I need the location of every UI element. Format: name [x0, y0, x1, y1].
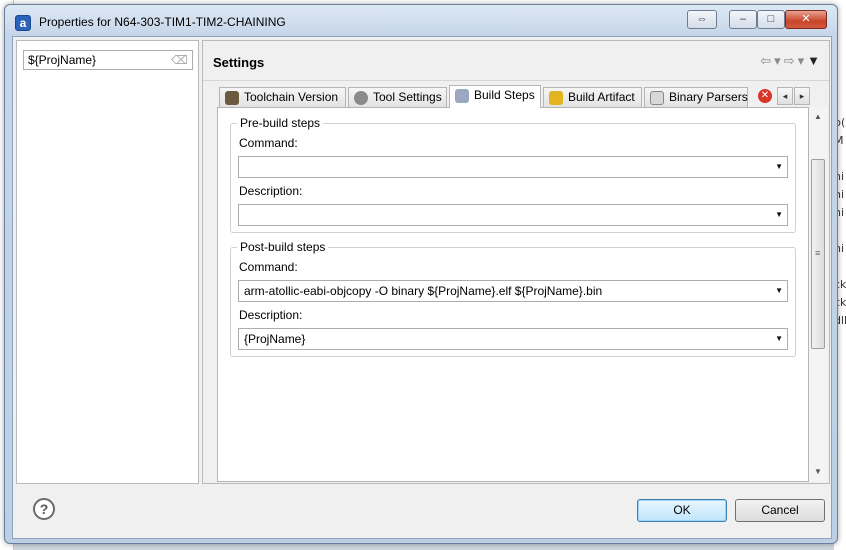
tab-build-artifact[interactable]: Build Artifact [543, 87, 642, 107]
trophy-icon [549, 91, 563, 105]
tab-label: Toolchain Version [244, 90, 339, 104]
tab-label: Build Artifact [568, 90, 635, 104]
app-logo-icon: a [15, 15, 31, 31]
post-build-legend: Post-build steps [237, 240, 329, 254]
property-tree-pane: ${ProjName} ⌫ [16, 40, 199, 484]
forward-menu-icon[interactable]: ▾ [798, 53, 808, 68]
tab-label: Build Steps [474, 88, 535, 102]
post-build-description-label: Description: [239, 308, 303, 322]
tab-binary-parsers[interactable]: Binary Parsers [644, 87, 748, 107]
properties-dialog: a Properties for N64-303-TIM1-TIM2-CHAIN… [4, 4, 838, 544]
eraser-icon[interactable]: ⌫ [171, 53, 188, 67]
scrollbar-thumb[interactable]: ≡ [811, 159, 825, 349]
page-title: Settings [213, 55, 265, 70]
combo-value: {ProjName} [244, 332, 306, 346]
window-title: Properties for N64-303-TIM1-TIM2-CHAININ… [39, 15, 286, 29]
build-steps-panel: Pre-build steps Command: ▼ Description: … [217, 107, 809, 482]
cancel-button[interactable]: Cancel [735, 499, 825, 522]
filter-input[interactable]: ${ProjName} ⌫ [23, 50, 193, 70]
binary-icon [650, 91, 664, 105]
pre-build-legend: Pre-build steps [237, 116, 324, 130]
tab-label: Tool Settings [373, 90, 442, 104]
toolchain-icon [225, 91, 239, 105]
wand-icon [455, 89, 469, 103]
pre-build-description-label: Description: [239, 184, 303, 198]
chevron-down-icon[interactable]: ▼ [775, 157, 783, 177]
tab-tool-settings[interactable]: Tool Settings [348, 87, 447, 107]
chevron-down-icon[interactable]: ▼ [775, 281, 783, 301]
back-arrow-icon[interactable]: ⇦ [760, 53, 774, 68]
pre-build-group: Pre-build steps Command: ▼ Description: … [230, 116, 796, 233]
vertical-scrollbar[interactable]: ▲ ≡ ▼ [809, 107, 827, 482]
tab-label: Binary Parsers [669, 90, 748, 104]
post-build-command-label: Command: [239, 260, 298, 274]
forward-arrow-icon[interactable]: ⇨ [784, 53, 798, 68]
scroll-up-icon[interactable]: ▲ [809, 109, 827, 125]
dialog-client-area: ${ProjName} ⌫ Settings ⇦▾⇨▾▼ Toolchain V… [12, 36, 832, 539]
ok-button[interactable]: OK [637, 499, 727, 522]
navigation-controls: ⇦▾⇨▾▼ [760, 53, 823, 69]
chevron-down-icon[interactable]: ▼ [775, 329, 783, 349]
pre-build-description-combo[interactable]: ▼ [238, 204, 788, 226]
post-build-group: Post-build steps Command: arm-atollic-ea… [230, 240, 796, 357]
settings-tabs: Toolchain Version Tool Settings Build St… [217, 85, 817, 108]
maximize-button[interactable]: □ [757, 10, 785, 29]
back-menu-icon[interactable]: ▾ [774, 53, 784, 68]
tab-scroll-right-button[interactable]: ▸ [794, 87, 810, 105]
close-tab-icon[interactable]: ✕ [758, 89, 772, 103]
tab-toolchain-version[interactable]: Toolchain Version [219, 87, 346, 107]
post-build-description-combo[interactable]: {ProjName} ▼ [238, 328, 788, 350]
help-button[interactable]: ? [33, 498, 55, 520]
minimize-button[interactable]: – [729, 10, 757, 29]
pre-build-command-combo[interactable]: ▼ [238, 156, 788, 178]
scroll-down-icon[interactable]: ▼ [809, 464, 827, 480]
grip-icon: ≡ [815, 248, 821, 258]
tab-scroll-left-button[interactable]: ◂ [777, 87, 793, 105]
close-window-button[interactable]: ✕ [785, 10, 827, 29]
chevron-down-icon[interactable]: ▼ [775, 205, 783, 225]
post-build-command-combo[interactable]: arm-atollic-eabi-objcopy -O binary ${Pro… [238, 280, 788, 302]
view-menu-icon[interactable]: ▼ [807, 53, 823, 68]
tab-build-steps[interactable]: Build Steps [449, 85, 541, 108]
filter-text: ${ProjName} [28, 53, 97, 67]
header-divider [203, 80, 829, 81]
pre-build-command-label: Command: [239, 136, 298, 150]
gear-icon [354, 91, 368, 105]
restore-size-button[interactable]: ⇔ [687, 10, 717, 29]
combo-value: arm-atollic-eabi-objcopy -O binary ${Pro… [244, 284, 603, 298]
settings-pane: Settings ⇦▾⇨▾▼ Toolchain Version Tool Se… [202, 40, 830, 484]
